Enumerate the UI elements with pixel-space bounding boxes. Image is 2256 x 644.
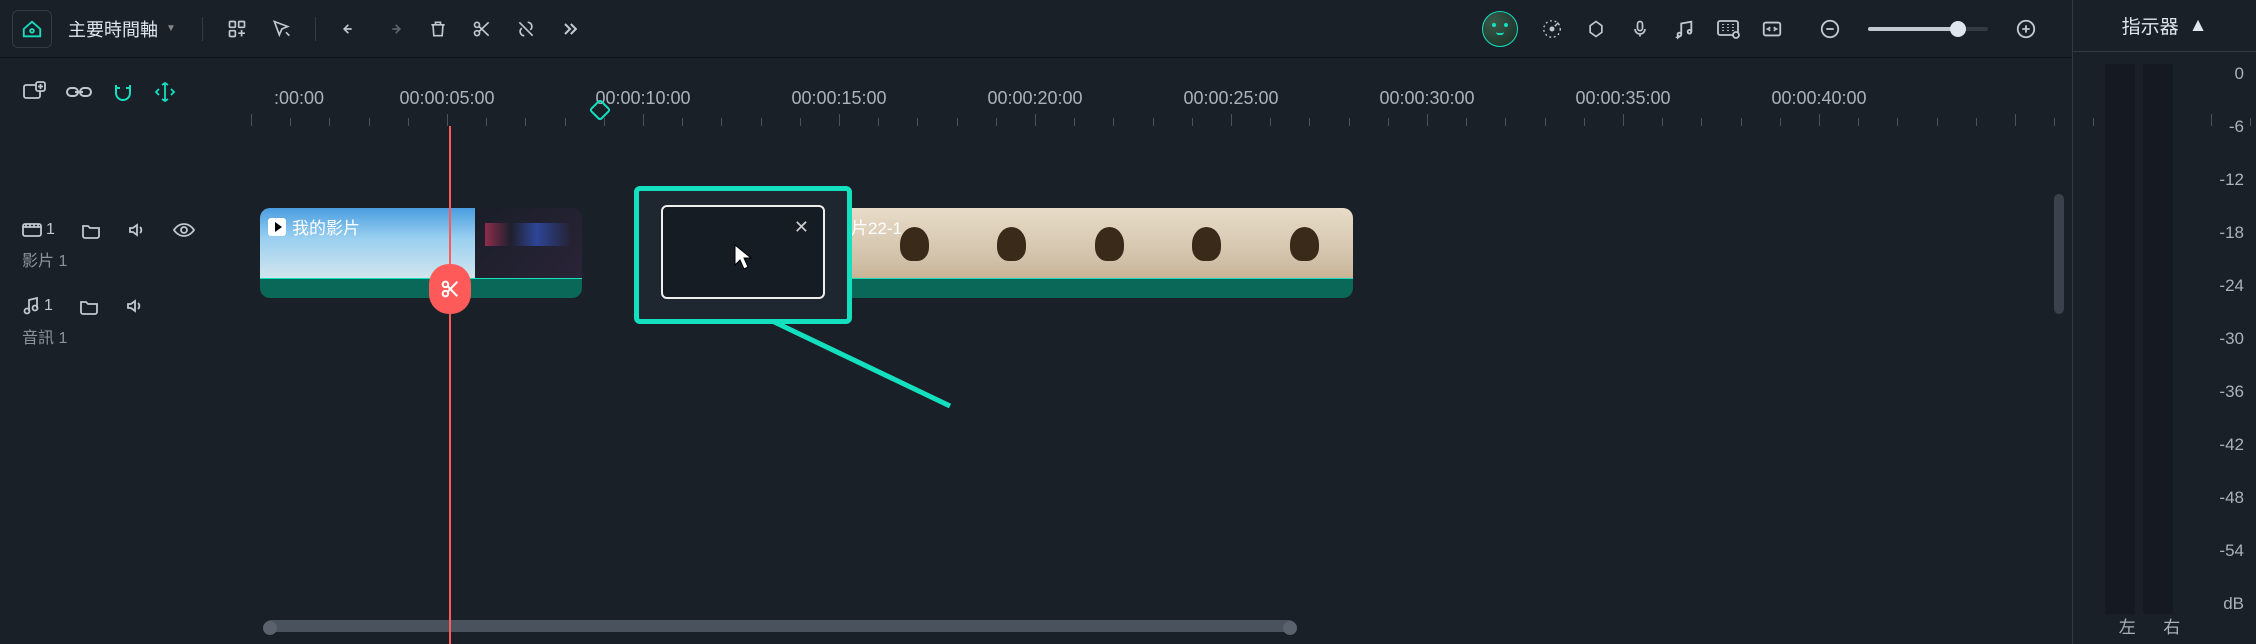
horizontal-scrollbar[interactable] <box>260 618 2042 634</box>
speaker-icon[interactable] <box>127 221 147 239</box>
close-icon[interactable]: ✕ <box>794 217 809 238</box>
meter-scale-value: -48 <box>2200 488 2244 508</box>
ruler-timecode: 00:00:25:00 <box>1183 88 1278 109</box>
ruler-timecode: 00:00:10:00 <box>595 88 690 109</box>
fit-width-icon[interactable] <box>1752 10 1792 48</box>
separator <box>315 17 316 41</box>
link-icon[interactable] <box>66 83 92 101</box>
ruler-timecode: 00:00:35:00 <box>1575 88 1670 109</box>
timeline-lanes[interactable]: 我的影片 我的影片22-1 <box>260 126 2072 644</box>
track-headers: 1 影片 1 <box>0 126 260 644</box>
meter-scale: 0 -6 -12 -18 -24 -30 -36 -42 -48 -54 dB <box>2200 64 2244 644</box>
video-track-icon[interactable]: 1 <box>22 221 55 239</box>
apps-icon[interactable] <box>217 10 257 48</box>
undo-icon[interactable] <box>330 10 370 48</box>
magnet-icon[interactable] <box>112 82 134 102</box>
meter-scale-value: dB <box>2200 594 2244 614</box>
audio-track-label: 音訊 1 <box>22 324 260 348</box>
folder-icon[interactable] <box>81 221 101 239</box>
audio-lane[interactable] <box>260 308 2072 384</box>
zoom-out-icon[interactable] <box>1810 10 1850 48</box>
chevron-down-icon: ▼ <box>166 23 176 34</box>
audio-track-icon[interactable]: 1 <box>22 296 53 316</box>
play-badge-icon <box>268 218 286 236</box>
meter-scale-value: -36 <box>2200 382 2244 402</box>
video-lane[interactable]: 我的影片 我的影片22-1 <box>260 208 2072 308</box>
transition-clip[interactable]: ✕ <box>634 186 852 324</box>
meter-scale-value: -6 <box>2200 117 2244 137</box>
timeline-label-text: 主要時間軸 <box>68 16 158 42</box>
meter-left-label: 左 <box>2119 613 2136 638</box>
ruler-origin: :00:00 <box>274 88 324 109</box>
meters-title: 指示器 <box>2122 12 2179 39</box>
audio-track-index: 1 <box>44 297 53 315</box>
speaker-icon[interactable] <box>125 297 145 315</box>
marker-icon[interactable] <box>1576 10 1616 48</box>
meters-panel: 指示器 ▲ 左 右 0 -6 -12 -18 -24 -30 -36 -42 -48 -54 dB <box>2072 0 2256 644</box>
ai-assistant-icon[interactable] <box>1482 11 1518 47</box>
timeline-ruler[interactable]: :00:00 00:00:05:00 00:00:10:00 00:00:15:00… <box>260 58 2072 126</box>
zoom-in-icon[interactable] <box>2006 10 2046 48</box>
zoom-control <box>1810 10 2046 48</box>
jog-icon[interactable] <box>1532 10 1572 48</box>
snap-icon[interactable] <box>154 81 176 103</box>
music-icon[interactable] <box>1664 10 1704 48</box>
audio-meters: 左 右 <box>2105 64 2194 644</box>
meter-scale-value: 0 <box>2200 64 2244 84</box>
meter-scale-value: -30 <box>2200 329 2244 349</box>
toolbar: 主要時間軸 ▼ <box>0 0 2072 58</box>
ruler-timecode: 00:00:30:00 <box>1379 88 1474 109</box>
triangle-up-icon: ▲ <box>2189 15 2208 37</box>
more-icon[interactable] <box>550 10 590 48</box>
home-icon[interactable] <box>12 10 52 48</box>
add-track-icon[interactable] <box>22 81 46 103</box>
cursor-icon[interactable] <box>261 10 301 48</box>
ruler-timecode: 00:00:40:00 <box>1771 88 1866 109</box>
ruler-timecode: 00:00:15:00 <box>791 88 886 109</box>
mic-icon[interactable] <box>1620 10 1660 48</box>
zoom-slider[interactable] <box>1868 27 1988 31</box>
video-track-label: 影片 1 <box>22 247 260 271</box>
split-button[interactable] <box>429 264 471 314</box>
cursor-icon <box>732 243 754 271</box>
meter-right <box>2143 64 2173 614</box>
video-track-index: 1 <box>46 221 55 239</box>
redo-icon[interactable] <box>374 10 414 48</box>
vertical-scrollbar[interactable] <box>2054 194 2064 314</box>
audio-track-header: 1 音訊 1 <box>0 284 260 360</box>
folder-icon[interactable] <box>79 297 99 315</box>
video-clip-2[interactable]: 我的影片22-1 <box>768 208 1353 298</box>
ruler-tools <box>0 58 260 126</box>
scissors-icon[interactable] <box>462 10 502 48</box>
mixer-icon[interactable] <box>1708 10 1748 48</box>
meter-scale-value: -54 <box>2200 541 2244 561</box>
clip1-label: 我的影片 <box>292 214 360 239</box>
ruler-timecode: 00:00:05:00 <box>399 88 494 109</box>
meter-scale-value: -12 <box>2200 170 2244 190</box>
video-track-header: 1 影片 1 <box>0 208 260 284</box>
visibility-icon[interactable] <box>173 222 195 238</box>
meter-scale-value: -18 <box>2200 223 2244 243</box>
video-clip-1[interactable]: 我的影片 <box>260 208 582 298</box>
timeline-dropdown[interactable]: 主要時間軸 ▼ <box>56 10 188 48</box>
meter-left <box>2105 64 2135 614</box>
meters-header[interactable]: 指示器 ▲ <box>2073 0 2256 52</box>
separator <box>202 17 203 41</box>
ruler-timecode: 00:00:20:00 <box>987 88 1082 109</box>
unlink-icon[interactable] <box>506 10 546 48</box>
meter-scale-value: -42 <box>2200 435 2244 455</box>
meter-right-label: 右 <box>2163 613 2180 638</box>
meter-scale-value: -24 <box>2200 276 2244 296</box>
delete-icon[interactable] <box>418 10 458 48</box>
